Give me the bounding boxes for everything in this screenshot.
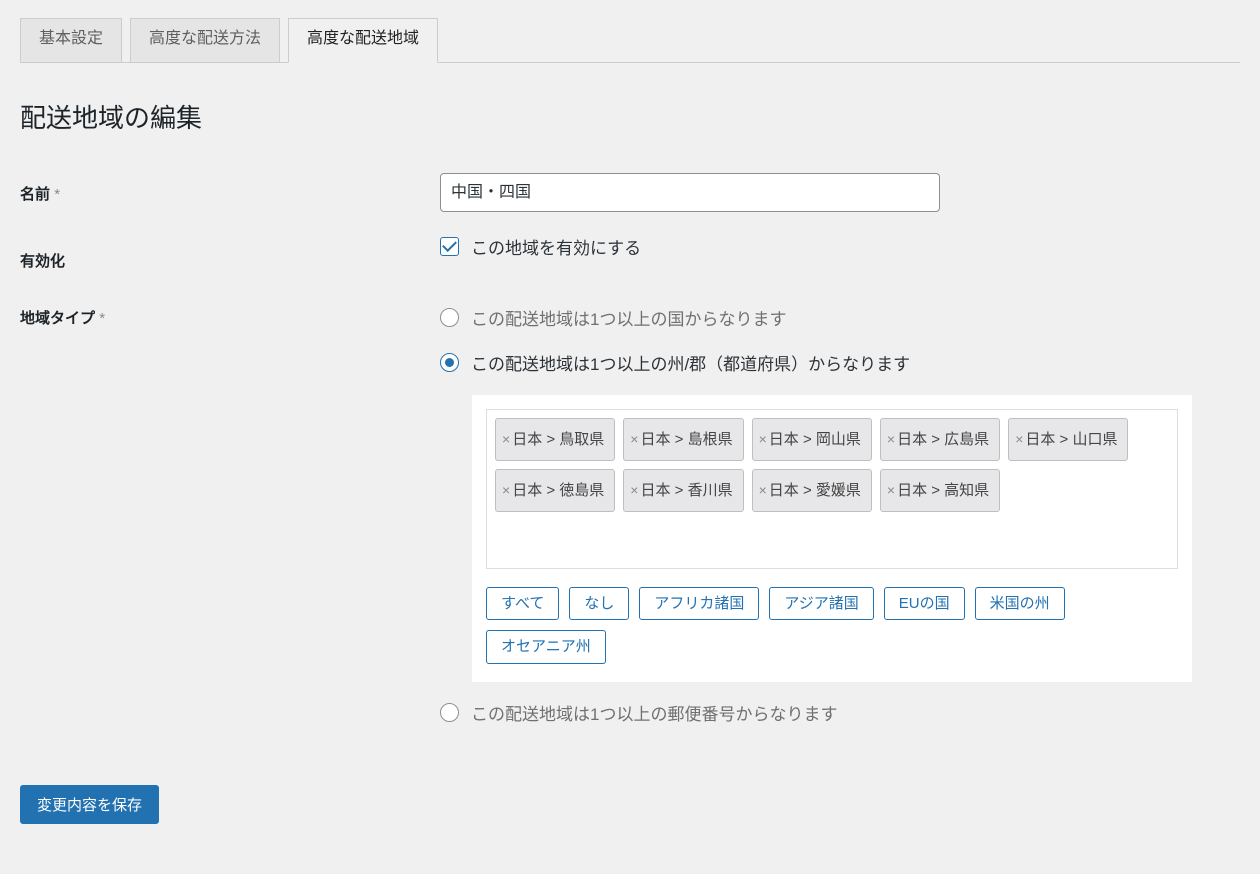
enabled-text: この地域を有効にする xyxy=(471,234,641,259)
radio-states-label: この配送地域は1つ以上の州/郡（都道府県）からなります xyxy=(471,350,910,375)
region-type-states[interactable]: この配送地域は1つ以上の州/郡（都道府県）からなります xyxy=(440,342,1230,387)
quick-select-row: すべてなしアフリカ諸国アジア諸国 EUの国米国の州オセアニア州 xyxy=(486,587,1178,664)
region-type-postcodes[interactable]: この配送地域は1つ以上の郵便番号からなります xyxy=(440,692,1230,737)
quick-select-button[interactable]: すべて xyxy=(486,587,559,621)
state-chip-label: 日本 > 鳥取県 xyxy=(512,429,604,450)
state-chip[interactable]: × 日本 > 高知県 xyxy=(880,469,1000,512)
tab-shipping-zones[interactable]: 高度な配送地域 xyxy=(288,18,438,63)
radio-countries[interactable] xyxy=(440,308,459,327)
state-chip-label: 日本 > 山口県 xyxy=(1025,429,1117,450)
page-title: 配送地域の編集 xyxy=(20,98,1240,135)
quick-select-button[interactable]: 米国の州 xyxy=(975,587,1065,621)
states-panel: × 日本 > 鳥取県× 日本 > 島根県× 日本 > 岡山県× 日本 > 広島県… xyxy=(472,395,1192,682)
state-chip-label: 日本 > 愛媛県 xyxy=(769,480,861,501)
radio-postcodes[interactable] xyxy=(440,703,459,722)
remove-icon[interactable]: × xyxy=(630,430,638,450)
quick-select-button[interactable]: アフリカ諸国 xyxy=(639,587,759,621)
radio-countries-label: この配送地域は1つ以上の国からなります xyxy=(471,305,786,330)
quick-select-button[interactable]: アジア諸国 xyxy=(769,587,873,621)
tab-bar: 基本設定 高度な配送方法 高度な配送地域 xyxy=(20,18,1240,63)
remove-icon[interactable]: × xyxy=(630,481,638,501)
state-chip[interactable]: × 日本 > 鳥取県 xyxy=(495,418,615,461)
state-chip[interactable]: × 日本 > 愛媛県 xyxy=(752,469,872,512)
quick-select-button[interactable]: オセアニア州 xyxy=(486,630,606,664)
remove-icon[interactable]: × xyxy=(887,481,895,501)
remove-icon[interactable]: × xyxy=(502,481,510,501)
form-table: 名前 * 有効化 この地域を有効にする 地域タイプ * xyxy=(20,165,1240,745)
state-chip-label: 日本 > 高知県 xyxy=(897,480,989,501)
save-button[interactable]: 変更内容を保存 xyxy=(20,785,159,824)
radio-states[interactable] xyxy=(440,353,459,372)
region-type-label: 地域タイプ * xyxy=(20,289,440,745)
state-chip[interactable]: × 日本 > 広島県 xyxy=(880,418,1000,461)
state-chip-label: 日本 > 徳島県 xyxy=(512,480,604,501)
tab-basic[interactable]: 基本設定 xyxy=(20,18,122,62)
region-type-countries[interactable]: この配送地域は1つ以上の国からなります xyxy=(440,297,1230,342)
enabled-row[interactable]: この地域を有効にする xyxy=(440,230,1230,279)
radio-postcodes-label: この配送地域は1つ以上の郵便番号からなります xyxy=(471,700,837,725)
quick-select-button[interactable]: なし xyxy=(569,587,629,621)
enabled-label: 有効化 xyxy=(20,222,440,289)
enabled-checkbox[interactable] xyxy=(440,237,459,256)
tab-shipping-methods[interactable]: 高度な配送方法 xyxy=(130,18,280,62)
state-chip[interactable]: × 日本 > 岡山県 xyxy=(752,418,872,461)
remove-icon[interactable]: × xyxy=(759,481,767,501)
name-label: 名前 * xyxy=(20,165,440,222)
state-chip[interactable]: × 日本 > 徳島県 xyxy=(495,469,615,512)
state-chip[interactable]: × 日本 > 山口県 xyxy=(1008,418,1128,461)
state-chip-label: 日本 > 香川県 xyxy=(640,480,732,501)
state-chip-label: 日本 > 島根県 xyxy=(640,429,732,450)
state-chip-label: 日本 > 広島県 xyxy=(897,429,989,450)
states-multiselect[interactable]: × 日本 > 鳥取県× 日本 > 島根県× 日本 > 岡山県× 日本 > 広島県… xyxy=(486,409,1178,569)
remove-icon[interactable]: × xyxy=(502,430,510,450)
state-chip[interactable]: × 日本 > 島根県 xyxy=(623,418,743,461)
state-chip[interactable]: × 日本 > 香川県 xyxy=(623,469,743,512)
remove-icon[interactable]: × xyxy=(887,430,895,450)
quick-select-button[interactable]: EUの国 xyxy=(884,587,965,621)
name-input[interactable] xyxy=(440,173,940,213)
state-chip-label: 日本 > 岡山県 xyxy=(769,429,861,450)
remove-icon[interactable]: × xyxy=(759,430,767,450)
remove-icon[interactable]: × xyxy=(1015,430,1023,450)
